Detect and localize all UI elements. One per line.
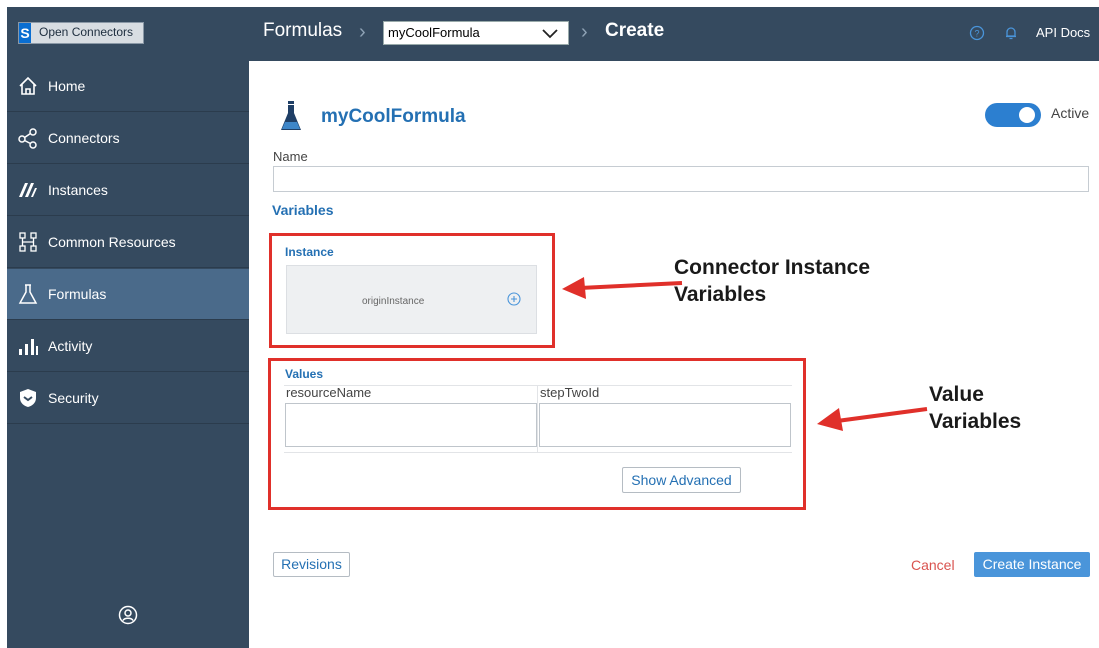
instances-icon: [19, 183, 37, 197]
sidebar-item-label: Common Resources: [48, 234, 176, 250]
chevron-down-icon: [542, 29, 558, 39]
sidebar-item-label: Instances: [48, 182, 108, 198]
main-content: myCoolFormula Active Name Variables Inst…: [249, 61, 1099, 648]
value-column-header: stepTwoId: [540, 385, 600, 400]
cancel-button[interactable]: Cancel: [911, 557, 955, 573]
formula-select-value: myCoolFormula: [388, 25, 480, 40]
sidebar-item-home[interactable]: Home: [7, 61, 249, 112]
annotation-arrow-icon: [817, 407, 928, 431]
sap-logo-icon: S: [19, 23, 31, 43]
logo-text: Open Connectors: [39, 25, 134, 39]
connector-instance-annotation: Connector Instance Variables: [674, 254, 870, 308]
frame-border: [0, 0, 7, 648]
annotation-line: Variables: [674, 283, 767, 306]
sidebar-item-formulas[interactable]: Formulas: [7, 269, 249, 320]
create-instance-button[interactable]: Create Instance: [974, 552, 1090, 577]
variables-heading: Variables: [272, 202, 334, 218]
breadcrumb-separator-icon: ›: [581, 21, 588, 43]
step-two-id-input[interactable]: [539, 403, 791, 447]
bar-chart-icon: [19, 339, 38, 355]
resources-icon: [19, 232, 37, 252]
values-section-title: Values: [285, 367, 324, 381]
sidebar-item-common-resources[interactable]: Common Resources: [7, 217, 249, 268]
add-circle-icon[interactable]: [507, 292, 521, 306]
flask-icon: [18, 284, 38, 304]
bell-icon[interactable]: [1003, 25, 1019, 41]
annotation-line: Variables: [929, 410, 1022, 433]
sidebar: Home Connectors Instances Common Resourc…: [7, 61, 249, 648]
value-column-header: resourceName: [286, 385, 372, 400]
instance-section-title: Instance: [285, 245, 334, 259]
sidebar-item-instances[interactable]: Instances: [7, 165, 249, 216]
instance-variable-card[interactable]: originInstance: [286, 265, 537, 334]
resource-name-input[interactable]: [285, 403, 537, 447]
help-icon[interactable]: ?: [969, 25, 985, 41]
grid-line: [284, 452, 792, 453]
name-input[interactable]: [273, 166, 1089, 192]
annotation-arrow-icon: [562, 277, 683, 299]
sidebar-item-label: Home: [48, 78, 86, 94]
share-icon: [18, 128, 37, 149]
sidebar-item-label: Formulas: [48, 286, 107, 302]
formula-select[interactable]: myCoolFormula: [383, 21, 569, 45]
sidebar-item-security[interactable]: Security: [7, 373, 249, 424]
annotation-line: Value: [929, 383, 984, 406]
breadcrumb-create: Create: [605, 20, 665, 41]
sidebar-item-activity[interactable]: Activity: [7, 321, 249, 372]
api-docs-link[interactable]: API Docs: [1036, 25, 1090, 40]
name-label: Name: [273, 149, 308, 164]
sidebar-item-label: Security: [48, 390, 99, 406]
instance-variable-name: originInstance: [362, 296, 425, 307]
value-variables-annotation: Value Variables: [929, 381, 1021, 435]
active-toggle[interactable]: [985, 103, 1041, 127]
app-logo[interactable]: S Open Connectors: [18, 22, 144, 44]
breadcrumb-separator-icon: ›: [359, 21, 366, 43]
flask-icon: [281, 101, 301, 130]
active-label: Active: [1051, 105, 1090, 121]
revisions-button[interactable]: Revisions: [273, 552, 350, 577]
svg-text:?: ?: [974, 29, 979, 39]
sidebar-item-label: Connectors: [48, 130, 120, 146]
breadcrumb-formulas[interactable]: Formulas: [263, 20, 342, 42]
shield-icon: [20, 389, 36, 407]
formula-title: myCoolFormula: [321, 106, 466, 127]
sidebar-item-connectors[interactable]: Connectors: [7, 113, 249, 164]
home-icon: [19, 76, 37, 95]
top-bar: S Open Connectors Formulas › myCoolFormu…: [7, 7, 1099, 61]
sidebar-item-label: Activity: [48, 338, 93, 354]
annotation-line: Connector Instance: [674, 256, 871, 279]
toggle-knob: [1019, 107, 1035, 123]
user-profile-icon[interactable]: [118, 605, 138, 625]
grid-line: [537, 385, 538, 453]
show-advanced-button[interactable]: Show Advanced: [622, 467, 741, 493]
